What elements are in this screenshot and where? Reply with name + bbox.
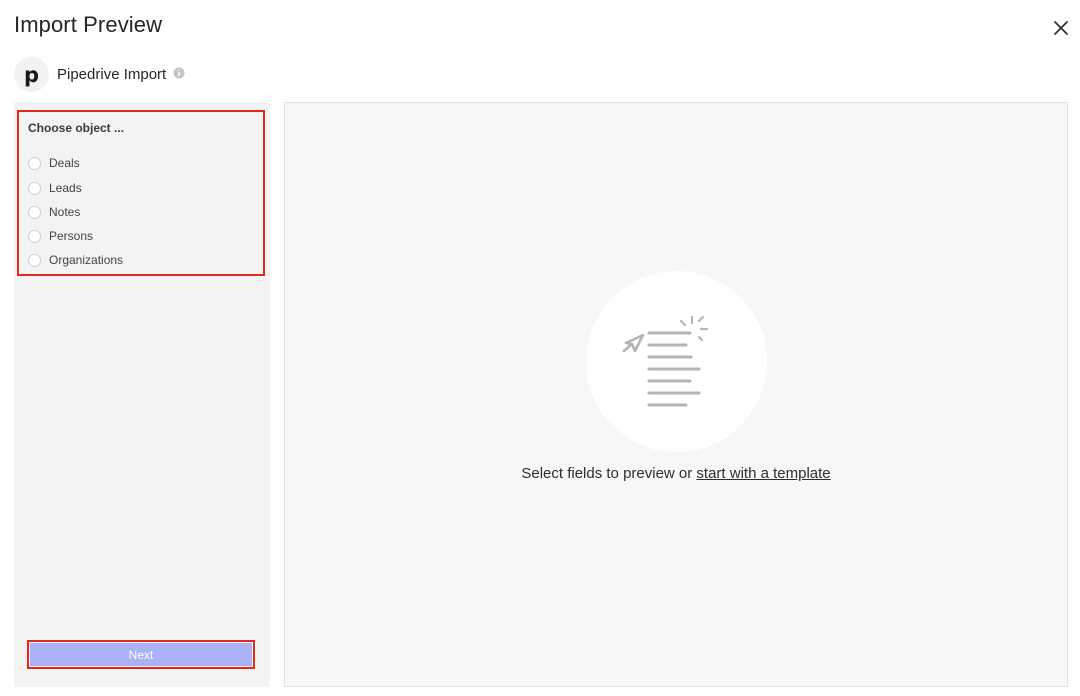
- radio-option-leads[interactable]: Leads: [28, 179, 82, 197]
- source-header: p Pipedrive Import: [14, 57, 185, 92]
- preview-area: Select fields to preview or start with a…: [284, 102, 1068, 687]
- empty-state-text: Select fields to preview or: [521, 465, 697, 482]
- next-button[interactable]: Next: [30, 643, 252, 666]
- svg-text:p: p: [24, 63, 39, 87]
- close-icon: [1054, 21, 1068, 35]
- radio-option-notes[interactable]: Notes: [28, 203, 80, 221]
- source-name: Pipedrive Import: [57, 66, 167, 83]
- start-with-template-link[interactable]: start with a template: [696, 465, 830, 482]
- pipedrive-logo: p: [14, 57, 49, 92]
- radio-label: Deals: [49, 156, 80, 170]
- radio-label: Notes: [49, 205, 81, 219]
- object-picker: Choose object ... Deals Leads Notes Pers…: [17, 110, 265, 276]
- import-preview-dialog: Import Preview p Pipedrive Import Choose…: [0, 0, 1080, 696]
- pipedrive-logo-icon: p: [24, 63, 39, 87]
- close-button[interactable]: [1050, 17, 1072, 39]
- empty-state-illustration: [586, 271, 767, 452]
- page-title: Import Preview: [14, 12, 163, 37]
- radio-button[interactable]: [28, 229, 41, 243]
- radio-option-deals[interactable]: Deals: [28, 154, 80, 172]
- radio-label: Organizations: [49, 253, 124, 267]
- radio-button[interactable]: [28, 253, 41, 267]
- object-sidebar: Choose object ... Deals Leads Notes Pers…: [14, 102, 270, 687]
- choose-object-label: Choose object ...: [28, 121, 125, 135]
- info-icon[interactable]: [173, 66, 185, 78]
- radio-button[interactable]: [28, 205, 41, 219]
- document-send-icon: [622, 315, 709, 407]
- radio-button[interactable]: [28, 181, 41, 195]
- next-button-highlight: Next: [27, 640, 255, 669]
- radio-option-persons[interactable]: Persons: [28, 227, 93, 245]
- radio-label: Leads: [49, 181, 82, 195]
- radio-option-organizations[interactable]: Organizations: [28, 251, 123, 269]
- empty-state-message: Select fields to preview or start with a…: [285, 465, 1067, 482]
- radio-button[interactable]: [28, 156, 41, 170]
- radio-label: Persons: [49, 229, 94, 243]
